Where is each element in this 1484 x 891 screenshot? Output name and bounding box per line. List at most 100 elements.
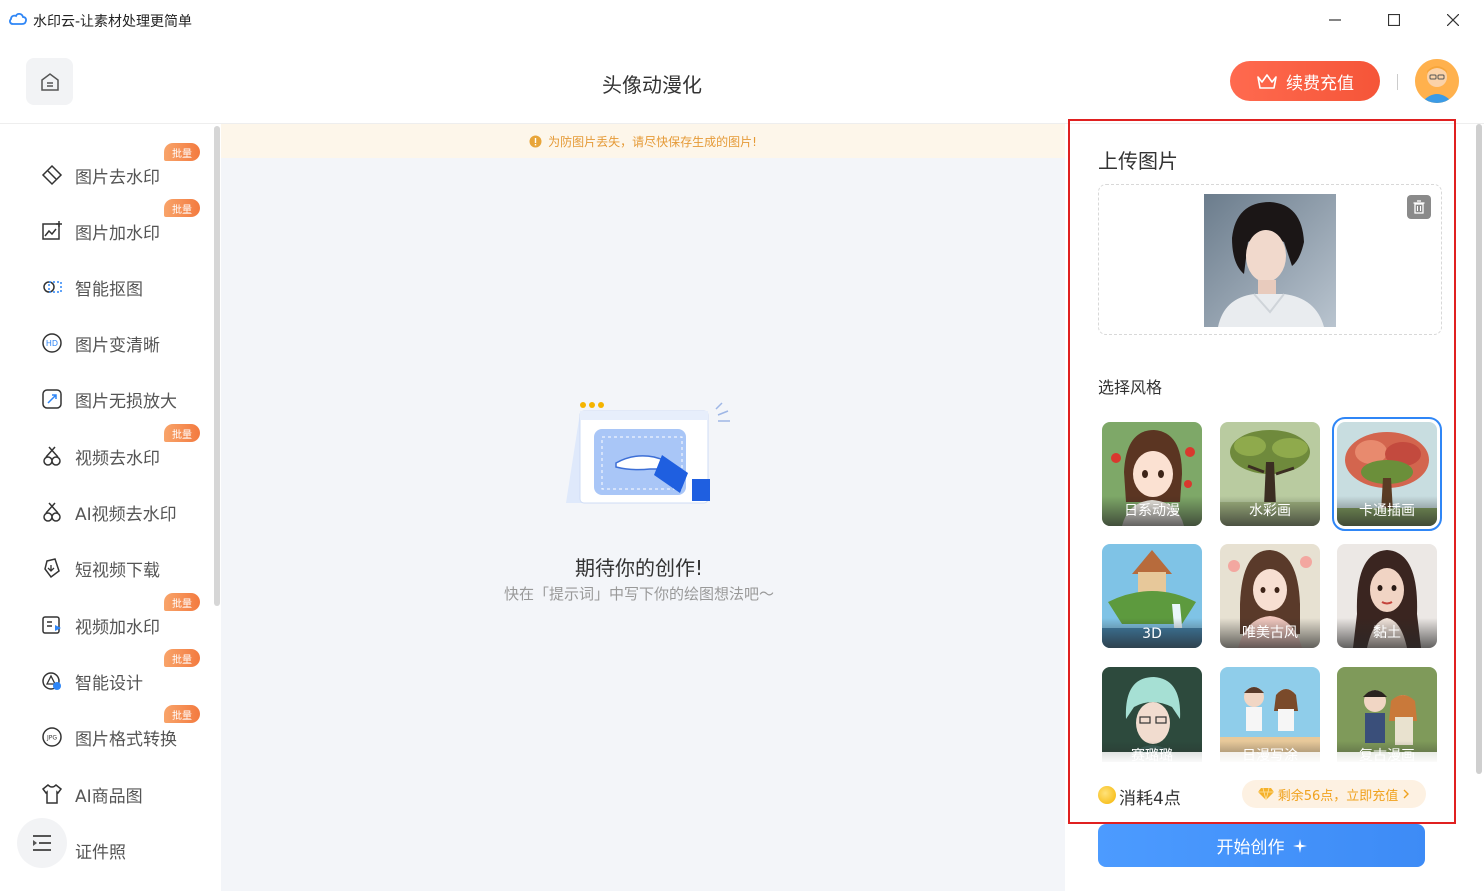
result-canvas: 为防图片丢失，请尽快保存生成的图片! 期待你的创作! 快在「提示词」中写下你的绘… xyxy=(221,124,1065,891)
start-create-button[interactable]: 开始创作 xyxy=(1098,824,1425,867)
sidebar-item-image-remove-watermark[interactable]: 图片去水印 批量 xyxy=(40,143,205,193)
batch-badge: 批量 xyxy=(164,199,200,217)
ai-video-icon xyxy=(40,500,64,524)
header-divider xyxy=(1397,74,1398,90)
cost-row: 消耗4点 剩余56点，立即充值 xyxy=(1072,762,1454,820)
minimize-button[interactable] xyxy=(1320,8,1350,32)
sidebar-item-ai-video-remove-watermark[interactable]: AI视频去水印 xyxy=(40,494,205,530)
sidebar-item-label: AI商品图 xyxy=(75,786,143,807)
sidebar-item-label: 视频去水印 xyxy=(75,448,160,469)
sidebar-item-label: 图片去水印 xyxy=(75,167,160,188)
empty-state-title: 期待你的创作! xyxy=(574,556,704,580)
svg-text:JPG: JPG xyxy=(46,735,57,742)
style-label: 卡通插画 xyxy=(1337,496,1437,526)
info-icon xyxy=(529,135,542,147)
title-bar: 水印云-让素材处理更简单 xyxy=(0,0,1484,40)
eraser-icon xyxy=(40,163,64,187)
app-header: 头像动漫化 续费充值 xyxy=(0,40,1484,124)
sidebar-item-video-remove-watermark[interactable]: 视频去水印 批量 xyxy=(40,424,205,474)
sidebar: 图片去水印 批量 图片加水印 批量 智能抠图 HD 图片变清晰 图片无损放大 视… xyxy=(0,124,221,891)
window-scrollbar[interactable] xyxy=(1476,124,1482,774)
cost-text: 消耗4点 xyxy=(1119,789,1181,809)
enlarge-icon xyxy=(40,387,64,411)
sidebar-item-label: 视频加水印 xyxy=(75,617,160,638)
batch-badge: 批量 xyxy=(164,143,200,161)
maximize-button[interactable] xyxy=(1379,8,1409,32)
style-label: 3D xyxy=(1102,618,1202,648)
sidebar-item-video-add-watermark[interactable]: 视频加水印 批量 xyxy=(40,593,205,643)
remaining-text: 剩余56点，立即充值 xyxy=(1277,788,1399,804)
sidebar-item-short-video-download[interactable]: 短视频下载 xyxy=(40,550,205,586)
close-icon xyxy=(1447,14,1459,26)
cutout-icon xyxy=(40,275,64,299)
image-add-icon xyxy=(40,219,64,243)
sidebar-item-image-enlarge[interactable]: 图片无损放大 xyxy=(40,381,205,417)
sidebar-item-ai-product-image[interactable]: AI商品图 xyxy=(40,776,205,812)
batch-badge: 批量 xyxy=(164,649,200,667)
jpg-convert-icon: JPG xyxy=(40,725,64,749)
save-notice: 为防图片丢失，请尽快保存生成的图片! xyxy=(221,124,1065,158)
style-card-watercolor[interactable]: 水彩画 xyxy=(1220,422,1320,526)
empty-state-subtitle: 快在「提示词」中写下你的绘图想法吧～ xyxy=(503,585,774,603)
renew-label: 续费充值 xyxy=(1286,73,1354,94)
style-card-clay[interactable]: 黏土 xyxy=(1337,544,1437,648)
create-label: 开始创作 xyxy=(1216,838,1285,858)
avatar[interactable] xyxy=(1415,59,1459,103)
tshirt-icon xyxy=(40,782,64,806)
sidebar-item-label: 图片无损放大 xyxy=(75,391,177,412)
coin-icon xyxy=(1098,786,1116,804)
style-label: 日系动漫 xyxy=(1102,496,1202,526)
sidebar-item-label: 智能抠图 xyxy=(75,279,143,300)
sidebar-item-image-format-convert[interactable]: JPG 图片格式转换 批量 xyxy=(40,705,205,755)
page-title: 头像动漫化 xyxy=(602,73,702,97)
style-card-ancient-style[interactable]: 唯美古风 xyxy=(1220,544,1320,648)
app-title: 水印云-让素材处理更简单 xyxy=(33,14,193,30)
close-button[interactable] xyxy=(1438,8,1468,32)
menu-toggle-button[interactable] xyxy=(17,818,67,868)
design-icon xyxy=(40,669,64,693)
chevron-right-icon xyxy=(1403,789,1410,799)
crown-icon xyxy=(1257,74,1277,89)
style-card-cartoon-illustration[interactable]: 卡通插画 xyxy=(1332,417,1442,531)
sidebar-item-smart-design[interactable]: 智能设计 批量 xyxy=(40,649,205,699)
sidebar-item-label: AI视频去水印 xyxy=(75,504,177,525)
batch-badge: 批量 xyxy=(164,593,200,611)
style-card-3d[interactable]: 3D xyxy=(1102,544,1202,648)
delete-photo-button[interactable] xyxy=(1407,195,1431,219)
minimize-icon xyxy=(1329,19,1341,21)
sidebar-item-smart-cutout[interactable]: 智能抠图 xyxy=(40,269,205,305)
maximize-icon xyxy=(1388,14,1400,26)
hd-icon: HD xyxy=(40,331,64,355)
batch-badge: 批量 xyxy=(164,424,200,442)
portrait-photo-icon xyxy=(1204,194,1336,327)
sidebar-item-label: 短视频下载 xyxy=(75,560,160,581)
user-avatar-icon xyxy=(1415,59,1459,103)
upload-section-title: 上传图片 xyxy=(1098,149,1178,173)
sidebar-scrollbar[interactable] xyxy=(214,126,220,606)
style-card-japanese-anime[interactable]: 日系动漫 xyxy=(1102,422,1202,526)
cloud-logo-icon xyxy=(9,12,27,25)
video-add-icon xyxy=(40,613,64,637)
notice-text: 为防图片丢失，请尽快保存生成的图片! xyxy=(548,134,757,149)
menu-collapse-icon xyxy=(33,835,51,851)
sidebar-item-label: 图片变清晰 xyxy=(75,335,160,356)
sidebar-item-image-add-watermark[interactable]: 图片加水印 批量 xyxy=(40,199,205,249)
svg-text:HD: HD xyxy=(46,339,58,348)
sidebar-item-label: 图片格式转换 xyxy=(75,729,177,750)
style-label: 唯美古风 xyxy=(1220,618,1320,648)
style-label: 水彩画 xyxy=(1220,496,1320,526)
video-clean-icon xyxy=(40,444,64,468)
recharge-link[interactable]: 剩余56点，立即充值 xyxy=(1242,780,1426,808)
sidebar-item-label: 智能设计 xyxy=(75,673,143,694)
sidebar-item-label: 图片加水印 xyxy=(75,223,160,244)
renew-button[interactable]: 续费充值 xyxy=(1230,61,1380,101)
diamond-icon xyxy=(1257,787,1274,801)
sidebar-item-label: 证件照 xyxy=(75,842,126,863)
batch-badge: 批量 xyxy=(164,705,200,723)
uploaded-photo xyxy=(1204,194,1336,327)
style-label: 黏土 xyxy=(1337,618,1437,648)
style-section-title: 选择风格 xyxy=(1098,378,1163,397)
empty-state-illustration-icon xyxy=(566,402,730,504)
download-icon xyxy=(40,556,64,580)
sidebar-item-image-sharpen[interactable]: HD 图片变清晰 xyxy=(40,325,205,361)
